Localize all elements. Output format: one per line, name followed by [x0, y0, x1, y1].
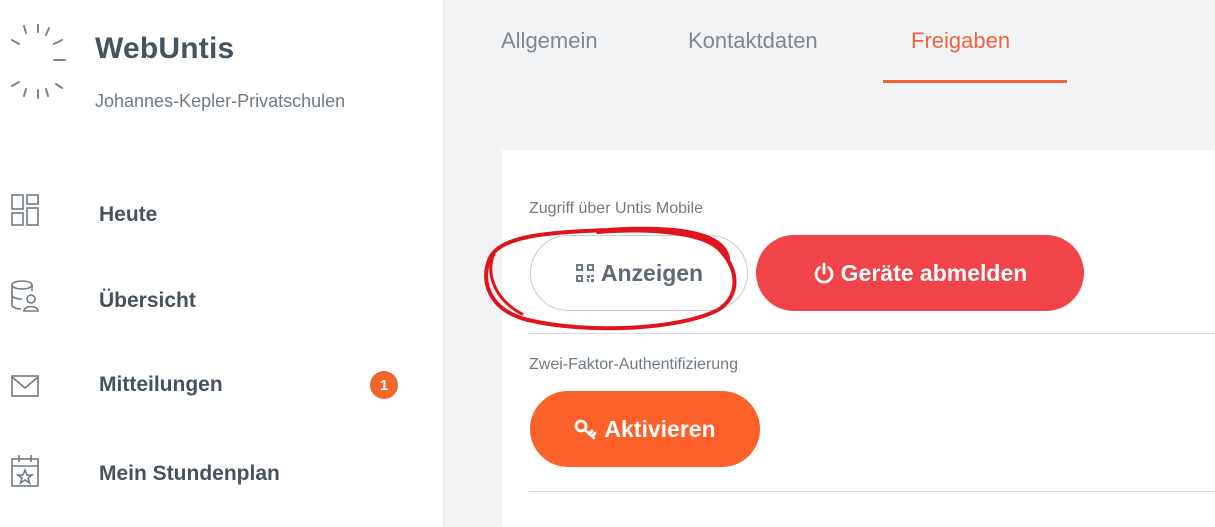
- sidebar: WebUntis Johannes-Kepler-Privatschulen H…: [0, 0, 444, 527]
- dashboard-icon: [11, 194, 39, 226]
- logout-devices-button[interactable]: Geräte abmelden: [756, 235, 1084, 311]
- tab-bar: Allgemein Kontaktdaten Freigaben: [444, 0, 1215, 85]
- activate-2fa-button[interactable]: Aktivieren: [530, 391, 760, 467]
- logout-devices-button-label: Geräte abmelden: [840, 259, 1028, 286]
- sidebar-item-label: Übersicht: [99, 289, 196, 312]
- two-factor-label: Zwei-Faktor-Authentifizierung: [529, 356, 738, 373]
- power-icon: [813, 262, 835, 284]
- sidebar-item-label: Mein Stundenplan: [99, 462, 280, 485]
- tab-freigaben[interactable]: Freigaben: [911, 28, 1010, 54]
- show-qr-button-label: Anzeigen: [600, 259, 704, 286]
- logo-spinner-icon: [11, 24, 66, 99]
- sidebar-item-heute[interactable]: Heute: [0, 184, 443, 244]
- show-qr-button[interactable]: Anzeigen: [530, 235, 748, 311]
- freigaben-card: Zugriff über Untis Mobile Anzeigen Gerät…: [502, 150, 1215, 527]
- tab-allgemein[interactable]: Allgemein: [501, 28, 598, 54]
- database-user-icon: [11, 280, 39, 312]
- sidebar-item-stundenplan[interactable]: Mein Stundenplan: [0, 442, 443, 502]
- calendar-star-icon: [11, 455, 39, 487]
- main-content: Allgemein Kontaktdaten Freigaben Zugriff…: [444, 0, 1215, 527]
- mail-icon: [11, 375, 39, 397]
- qr-code-icon: [575, 263, 595, 283]
- active-tab-indicator: [883, 80, 1067, 83]
- school-name: Johannes-Kepler-Privatschulen: [95, 91, 346, 111]
- section-divider: [529, 333, 1215, 334]
- unread-badge: 1: [370, 371, 398, 399]
- app-title: WebUntis: [95, 32, 235, 65]
- section-divider: [529, 491, 1215, 492]
- sidebar-item-label: Heute: [99, 203, 158, 226]
- mobile-access-label: Zugriff über Untis Mobile: [529, 200, 703, 217]
- sidebar-item-uebersicht[interactable]: Übersicht: [0, 268, 443, 328]
- sidebar-item-label: Mitteilungen: [99, 373, 223, 396]
- sidebar-item-mitteilungen[interactable]: Mitteilungen 1: [0, 356, 443, 416]
- tab-kontaktdaten[interactable]: Kontaktdaten: [688, 28, 818, 54]
- key-icon: [574, 418, 598, 440]
- activate-2fa-button-label: Aktivieren: [604, 415, 716, 442]
